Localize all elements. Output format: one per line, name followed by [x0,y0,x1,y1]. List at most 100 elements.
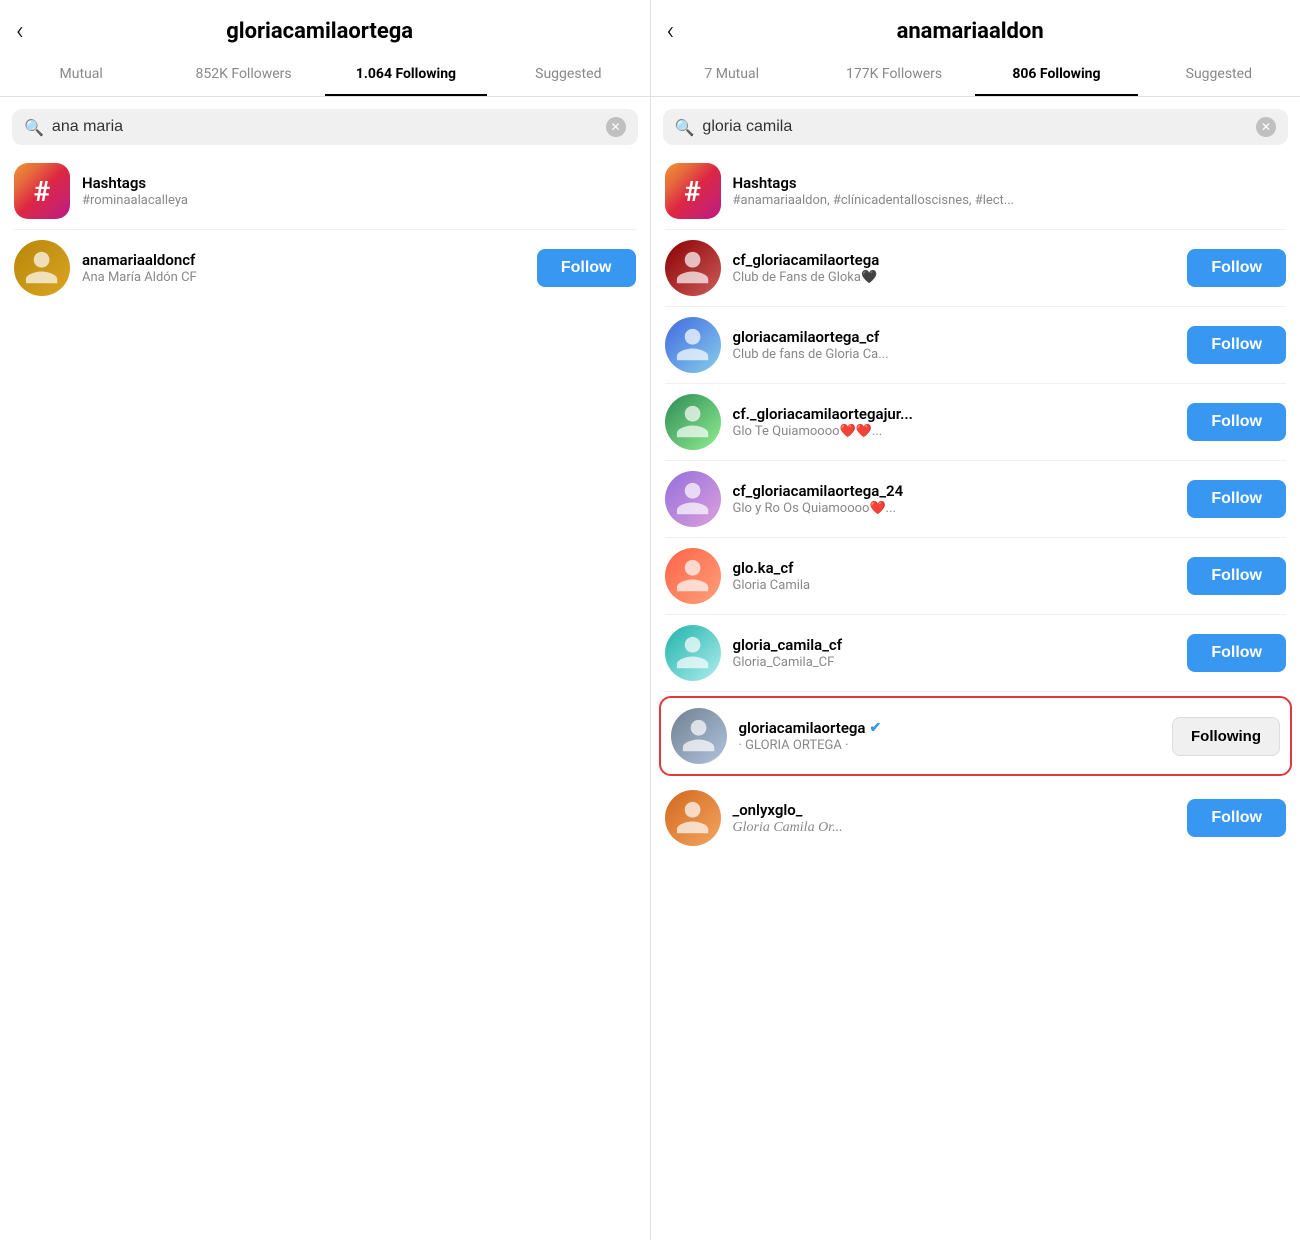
item-info: gloria_camila_cfGloria_Camila_CF [733,636,1176,670]
results-list: # Hashtags#rominaalacalleya anamariaaldon… [0,153,650,1240]
follow-button[interactable]: Follow [537,249,636,287]
tab-3[interactable]: Suggested [487,54,649,96]
avatar [671,708,727,764]
item-info: glo.ka_cfGloria Camila [733,559,1176,593]
item-subtitle: Gloria Camila [733,578,1176,593]
list-item[interactable]: gloria_camila_cfGloria_Camila_CF Follow [651,615,1300,691]
tabs-bar: 7 Mutual177K Followers806 FollowingSugge… [651,54,1300,97]
username-text: cf_gloriacamilaortega_24 [733,482,904,500]
item-username: gloriacamilaortega_cf [733,328,1176,346]
item-subtitle: Glo Te Quiamoooo❤️❤️... [733,424,1176,439]
username-text: cf_gloriacamilaortega [733,251,880,269]
item-subtitle: #anamariaaldon, #clínicadentalloscisnes,… [733,193,1287,208]
list-item[interactable]: cf_gloriacamilaortega_24Glo y Ro Os Quia… [651,461,1300,537]
search-icon: 🔍 [675,118,695,137]
list-divider [665,691,1287,692]
tab-1[interactable]: 852K Followers [162,54,324,96]
follow-button[interactable]: Follow [1187,403,1286,441]
item-info: gloriacamilaortega_cfClub de fans de Glo… [733,328,1176,362]
search-bar: 🔍✕ [663,109,1289,145]
panel-left: ‹ gloriacamilaortega Mutual852K Followers1… [0,0,651,1240]
username-text: cf._gloriacamilaortegajur... [733,405,913,423]
item-info: cf_gloriacamilaortega_24Glo y Ro Os Quia… [733,482,1176,516]
item-subtitle: Gloria_Camila_CF [733,655,1176,670]
follow-button[interactable]: Follow [1187,326,1286,364]
hashtag-icon: # [34,175,51,208]
tab-2[interactable]: 806 Following [975,54,1137,96]
list-item[interactable]: cf_gloriacamilaortegaClub de Fans de Glo… [651,230,1300,306]
avatar [665,240,721,296]
item-username: gloriacamilaortega ✔ [739,719,1161,737]
tab-2[interactable]: 1.064 Following [325,54,487,96]
item-info: Hashtags#anamariaaldon, #clínicadentallo… [733,174,1287,208]
list-item[interactable]: _onlyxglo_Gloria Camila Or... Follow [651,780,1300,856]
item-username: _onlyxglo_ [733,801,1176,819]
following-button[interactable]: Following [1172,717,1280,756]
follow-button[interactable]: Follow [1187,557,1286,595]
avatar [665,790,721,846]
search-icon: 🔍 [24,118,44,137]
username-text: anamariaaldoncf [82,251,195,269]
item-info: _onlyxglo_Gloria Camila Or... [733,801,1176,836]
list-item[interactable]: cf._gloriacamilaortegajur...Glo Te Quiam… [651,384,1300,460]
search-input[interactable] [52,118,598,136]
list-item[interactable]: gloriacamilaortega ✔· GLORIA ORTEGA · Fol… [659,696,1293,776]
username-text: gloriacamilaortega [739,719,866,737]
item-subtitle: Ana María Aldón CF [82,270,525,285]
panel-title: gloriacamilaortega [36,19,604,44]
item-subtitle: Club de fans de Gloria Ca... [733,347,1176,362]
tab-3[interactable]: Suggested [1138,54,1300,96]
follow-button[interactable]: Follow [1187,799,1286,837]
item-info: anamariaaldoncfAna María Aldón CF [82,251,525,285]
username-text: _onlyxglo_ [733,801,803,819]
follow-button[interactable]: Follow [1187,480,1286,518]
person-icon [665,240,721,296]
item-username: Hashtags [733,174,1287,192]
item-subtitle: Gloria Camila Or... [733,820,1176,836]
username-text: gloriacamilaortega_cf [733,328,880,346]
follow-button[interactable]: Follow [1187,249,1286,287]
item-username: gloria_camila_cf [733,636,1176,654]
avatar [665,394,721,450]
search-clear-button[interactable]: ✕ [1256,117,1276,137]
list-item[interactable]: # Hashtags#rominaalacalleya [0,153,650,229]
search-input[interactable] [702,118,1248,136]
item-username: anamariaaldoncf [82,251,525,269]
results-list: # Hashtags#anamariaaldon, #clínicadentall… [651,153,1300,1240]
avatar [665,625,721,681]
list-item[interactable]: # Hashtags#anamariaaldon, #clínicadentall… [651,153,1300,229]
back-button[interactable]: ‹ [16,18,24,44]
back-button[interactable]: ‹ [667,18,675,44]
item-username: glo.ka_cf [733,559,1176,577]
tab-1[interactable]: 177K Followers [813,54,975,96]
list-item[interactable]: glo.ka_cfGloria Camila Follow [651,538,1300,614]
follow-button[interactable]: Follow [1187,634,1286,672]
item-info: cf._gloriacamilaortegajur...Glo Te Quiam… [733,405,1176,439]
item-subtitle: Club de Fans de Gloka🖤 [733,270,1176,285]
item-subtitle: Glo y Ro Os Quiamoooo❤️... [733,501,1176,516]
hashtag-icon: # [684,175,701,208]
item-subtitle: #rominaalacalleya [82,193,636,208]
search-clear-button[interactable]: ✕ [606,117,626,137]
person-icon [665,317,721,373]
avatar [665,471,721,527]
person-icon [665,394,721,450]
item-username: cf_gloriacamilaortega [733,251,1176,269]
tab-0[interactable]: 7 Mutual [651,54,813,96]
panel-header: ‹ gloriacamilaortega [0,0,650,54]
tab-0[interactable]: Mutual [0,54,162,96]
panel-title: anamariaaldon [686,19,1254,44]
list-item[interactable]: anamariaaldoncfAna María Aldón CF Follow [0,230,650,306]
tabs-bar: Mutual852K Followers1.064 FollowingSugge… [0,54,650,97]
person-icon [665,625,721,681]
username-text: glo.ka_cf [733,559,794,577]
avatar: # [665,163,721,219]
item-username: Hashtags [82,174,636,192]
username-text: Hashtags [733,174,797,192]
list-item[interactable]: gloriacamilaortega_cfClub de fans de Glo… [651,307,1300,383]
avatar [14,240,70,296]
item-subtitle: · GLORIA ORTEGA · [739,738,1161,753]
person-icon [665,790,721,846]
person-icon [14,240,70,296]
avatar: # [14,163,70,219]
